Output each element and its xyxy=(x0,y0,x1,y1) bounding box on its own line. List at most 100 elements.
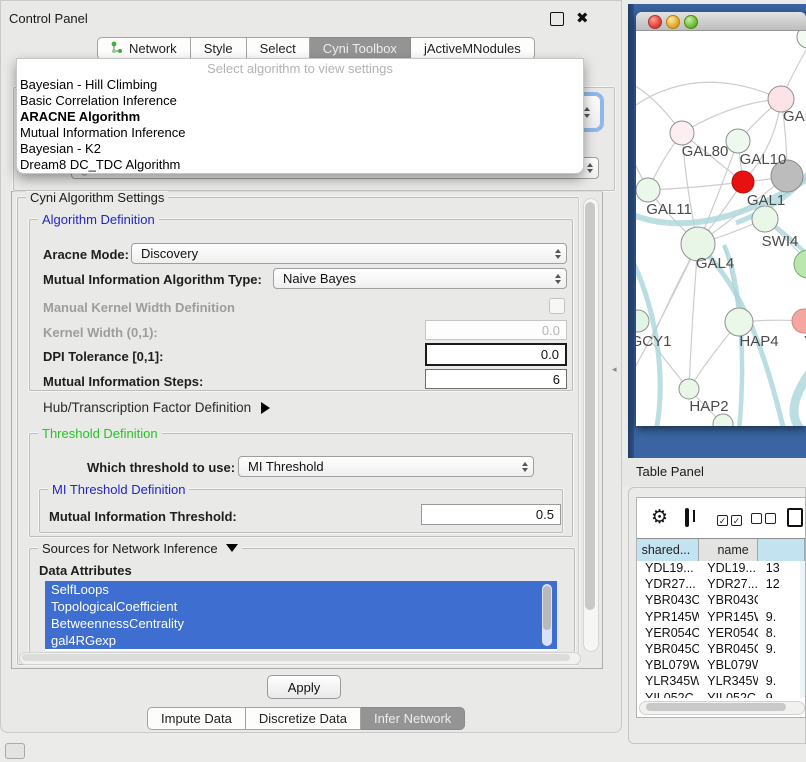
tab-label: Discretize Data xyxy=(259,711,347,726)
settings-vscrollbar[interactable] xyxy=(583,198,599,652)
attribute-item-topologicalcoefficient[interactable]: TopologicalCoefficient xyxy=(45,598,557,615)
aracne-mode-label: Aracne Mode: xyxy=(43,247,129,262)
attribute-item-betweennesscentrality[interactable]: BetweennessCentrality xyxy=(45,615,557,632)
mi-threshold-label: Mutual Information Threshold: xyxy=(49,509,237,524)
aracne-mode-combo[interactable]: Discovery xyxy=(131,243,567,264)
gear-icon[interactable]: ⚙ xyxy=(651,506,668,529)
network-node[interactable] xyxy=(752,206,778,232)
algorithm-option-mutual-information-inference[interactable]: Mutual Information Inference xyxy=(17,125,583,141)
settings-hscrollbar[interactable] xyxy=(19,652,581,665)
mi-threshold-field[interactable]: 0.5 xyxy=(421,504,561,525)
network-node[interactable] xyxy=(636,178,660,202)
attribute-item-selfloops[interactable]: SelfLoops xyxy=(45,581,557,598)
document-icon[interactable] xyxy=(787,508,803,527)
list-scrollbar[interactable] xyxy=(542,584,552,646)
mini-panel-icon[interactable] xyxy=(5,743,25,759)
table-hscrollbar-thumb[interactable] xyxy=(646,703,786,711)
column-header-name[interactable]: name xyxy=(699,539,758,561)
network-node[interactable] xyxy=(726,129,750,153)
tab-network[interactable]: Network xyxy=(97,37,191,60)
table-cell xyxy=(758,658,805,674)
tab-jactivemnodules[interactable]: jActiveMNodules xyxy=(411,37,535,60)
which-threshold-label: Which threshold to use: xyxy=(87,460,235,475)
network-canvas[interactable]: GALGAL80GAL10GAL1GAL11SWI4GAL4GCY1HAP4YH… xyxy=(636,31,806,426)
kernel-width-value: 0.0 xyxy=(542,323,560,338)
algorithm-option-bayesian-hill-climbing[interactable]: Bayesian - Hill Climbing xyxy=(17,77,583,93)
zoom-window-icon[interactable] xyxy=(684,15,698,29)
table-cell: YDR27... xyxy=(699,577,758,593)
network-window-titlebar[interactable] xyxy=(636,12,806,31)
unchecked-boxes-icon[interactable] xyxy=(751,512,776,527)
tab-impute-data[interactable]: Impute Data xyxy=(147,707,246,730)
close-window-icon[interactable] xyxy=(648,15,662,29)
table-row[interactable]: YBR045CYBR045C9. xyxy=(637,642,805,658)
dpi-tolerance-value: 0.0 xyxy=(541,347,559,362)
table-row[interactable]: YIL052CYIL052C9 xyxy=(637,691,805,699)
table-cell: 13 xyxy=(758,561,805,577)
table-vscrollbar[interactable] xyxy=(800,561,805,698)
algorithm-option-basic-correlation-inference[interactable]: Basic Correlation Inference xyxy=(17,93,583,109)
network-node[interactable] xyxy=(732,171,754,193)
network-node[interactable] xyxy=(679,379,699,399)
sources-title-text: Sources for Network Inference xyxy=(42,541,218,556)
table-cell: 9. xyxy=(758,642,805,658)
tab-cyni-toolbox[interactable]: Cyni Toolbox xyxy=(310,37,411,60)
table-cell: YER054C xyxy=(637,626,699,642)
apply-button[interactable]: Apply xyxy=(267,675,341,699)
node-label: GAL1 xyxy=(747,192,785,209)
attribute-item-gal4rgexp[interactable]: gal4RGexp xyxy=(45,632,557,649)
combo-stepper-icon xyxy=(517,462,533,472)
hub-definition-toggle[interactable]: Hub/Transcription Factor Definition xyxy=(43,400,270,415)
control-panel: Control Panel ✖ NetworkStyleSelectCyni T… xyxy=(0,0,622,733)
mi-algorithm-type-combo[interactable]: Naive Bayes xyxy=(273,268,567,289)
panel-divider-handle[interactable]: ◂ xyxy=(612,364,617,375)
algorithm-option-dream8-dc-tdc-algorithm[interactable]: Dream8 DC_TDC Algorithm xyxy=(17,157,583,173)
network-node[interactable] xyxy=(792,309,806,333)
tab-select[interactable]: Select xyxy=(247,37,310,60)
combo-stepper-icon xyxy=(550,249,566,259)
table-row[interactable]: YLR345WYLR345W9. xyxy=(637,674,805,690)
tab-discretize-data[interactable]: Discretize Data xyxy=(246,707,361,730)
collapsed-triangle-icon xyxy=(261,402,270,414)
column-header-col2[interactable] xyxy=(758,539,805,561)
settings-hscrollbar-thumb[interactable] xyxy=(22,654,570,661)
algorithm-placeholder: Select algorithm to view settings xyxy=(17,61,583,77)
table-cell: 8. xyxy=(758,626,805,642)
minimize-window-icon[interactable] xyxy=(666,15,680,29)
mi-steps-field[interactable]: 6 xyxy=(425,369,567,389)
sources-group-title[interactable]: Sources for Network Inference xyxy=(38,541,242,556)
column-header-shared[interactable]: shared... xyxy=(637,539,699,561)
table-panel-title: Table Panel xyxy=(636,464,704,479)
algorithm-option-bayesian-k2[interactable]: Bayesian - K2 xyxy=(17,141,583,157)
manual-kernel-checkbox[interactable] xyxy=(549,298,565,314)
network-node[interactable] xyxy=(670,121,694,145)
which-threshold-combo[interactable]: MI Threshold xyxy=(238,456,534,477)
dpi-tolerance-field[interactable]: 0.0 xyxy=(425,343,567,366)
network-node[interactable] xyxy=(713,414,733,426)
table-cell: YDR27... xyxy=(637,577,699,593)
close-panel-icon[interactable]: ✖ xyxy=(576,9,589,27)
table-row[interactable]: YDL19...YDL19...13 xyxy=(637,561,805,577)
tab-style[interactable]: Style xyxy=(191,37,247,60)
data-attributes-label: Data Attributes xyxy=(39,563,132,578)
table-cell: YER054C xyxy=(699,626,758,642)
network-node[interactable] xyxy=(725,308,753,336)
table-row[interactable]: YPR145WYPR145W9. xyxy=(637,610,805,626)
network-icon xyxy=(111,41,129,57)
tab-infer-network[interactable]: Infer Network xyxy=(361,707,465,730)
checked-boxes-icon[interactable]: ✓✓ xyxy=(717,512,742,527)
kernel-width-field[interactable]: 0.0 xyxy=(425,320,567,340)
table-row[interactable]: YDR27...YDR27...12 xyxy=(637,577,805,593)
columns-icon[interactable] xyxy=(685,508,689,527)
settings-vscrollbar-thumb[interactable] xyxy=(585,202,595,610)
network-node[interactable] xyxy=(636,310,649,332)
table-row[interactable]: YBR043CYBR043C xyxy=(637,593,805,609)
algorithm-option-aracne-algorithm[interactable]: ARACNE Algorithm xyxy=(17,109,583,125)
table-hscrollbar[interactable] xyxy=(639,701,805,715)
network-frame-edge xyxy=(628,4,634,458)
table-row[interactable]: YBL079WYBL079W xyxy=(637,658,805,674)
network-node[interactable] xyxy=(794,250,806,278)
network-node[interactable] xyxy=(797,31,806,48)
table-row[interactable]: YER054CYER054C8. xyxy=(637,626,805,642)
float-panel-icon[interactable] xyxy=(550,12,564,26)
